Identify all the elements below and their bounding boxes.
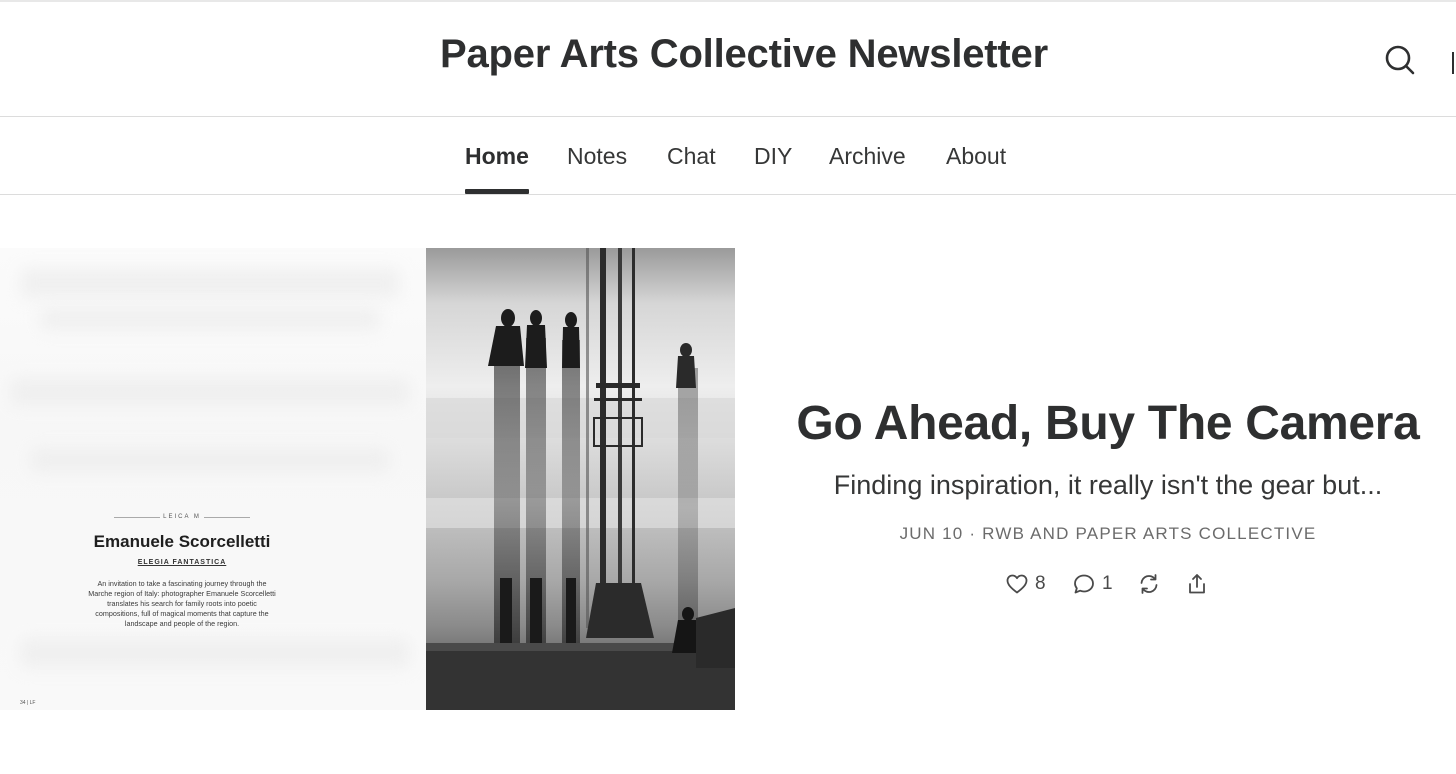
comment-button[interactable]: 1 — [1072, 570, 1113, 598]
site-header: Paper Arts Collective Newsletter — [0, 2, 1456, 116]
nav-item-diy[interactable]: DIY — [754, 143, 792, 170]
spread-photographer-name: Emanuele Scorcelletti — [93, 532, 271, 551]
faded-text-block — [20, 268, 400, 298]
photo-artwork — [426, 248, 735, 710]
search-icon — [1385, 45, 1415, 75]
post-meta[interactable]: JUN 10 · RWB AND PAPER ARTS COLLECTIVE — [790, 524, 1426, 544]
like-count: 8 — [1035, 573, 1046, 594]
faded-text-block — [30, 448, 390, 472]
spread-body-text: An invitation to take a fascinating jour… — [88, 579, 276, 628]
faded-text-block — [20, 638, 410, 668]
spread-subtitle: ELEGIA FANTASTICA — [137, 559, 227, 566]
restack-icon — [1140, 574, 1158, 594]
featured-image-spread[interactable]: LEICA M Emanuele Scorcelletti ELEGIA FAN… — [0, 248, 426, 710]
comment-count: 1 — [1102, 573, 1113, 594]
nav-item-chat[interactable]: Chat — [667, 143, 716, 170]
site-title[interactable]: Paper Arts Collective Newsletter — [0, 32, 1456, 77]
share-button[interactable] — [1185, 570, 1209, 598]
nav-item-about[interactable]: About — [946, 143, 1006, 170]
restack-button[interactable] — [1137, 570, 1161, 598]
post-title[interactable]: Go Ahead, Buy The Camera — [790, 396, 1426, 451]
like-button[interactable]: 8 — [1005, 570, 1046, 598]
cut-off-icon — [1452, 52, 1454, 74]
heart-icon — [1006, 574, 1028, 594]
featured-image-photo[interactable] — [426, 248, 735, 710]
spread-page-number: 34 | LF — [20, 700, 36, 706]
nav-item-notes[interactable]: Notes — [567, 143, 627, 170]
post-subtitle: Finding inspiration, it really isn't the… — [833, 470, 1383, 500]
share-icon — [1189, 574, 1205, 594]
faded-text-block — [10, 378, 410, 406]
nav-item-home[interactable]: Home — [465, 143, 529, 170]
active-tab-indicator — [465, 189, 529, 194]
faded-text-block — [40, 308, 380, 330]
comment-icon — [1074, 574, 1094, 594]
nav-item-archive[interactable]: Archive — [829, 143, 906, 170]
search-button[interactable] — [1380, 40, 1420, 80]
main-nav: Home Notes Chat DIY Archive About — [0, 116, 1456, 195]
spread-kicker: LEICA M — [90, 514, 274, 520]
